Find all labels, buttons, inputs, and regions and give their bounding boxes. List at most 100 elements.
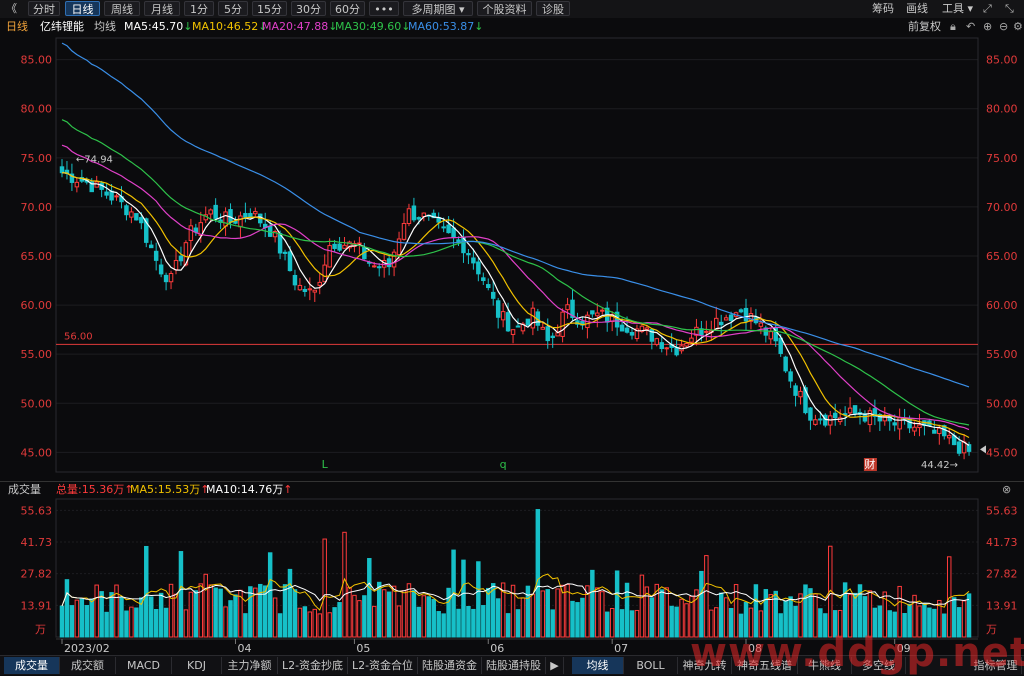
volume-bar <box>401 590 407 638</box>
scroll-right-icon[interactable]: ▶ <box>546 657 564 674</box>
candle-body <box>476 261 481 275</box>
volume-bar <box>188 591 194 638</box>
candle-body <box>545 326 550 342</box>
candle-body <box>109 190 114 201</box>
close-icon[interactable]: ⊗ <box>1002 482 1011 498</box>
candle-body <box>912 426 917 432</box>
tab-boll[interactable]: BOLL <box>624 657 678 674</box>
candle-body <box>738 309 744 313</box>
candle-body <box>966 444 972 452</box>
candle-body <box>867 410 873 426</box>
candle-body <box>178 255 184 262</box>
candle-body <box>600 309 605 312</box>
volume-bar <box>476 561 481 638</box>
candle-body <box>500 311 506 321</box>
volume-bar <box>228 600 233 638</box>
candle-body <box>243 213 248 218</box>
candle-body <box>937 427 942 435</box>
candle-body <box>743 307 749 322</box>
candle-body <box>471 257 476 264</box>
tab-northbound-holdings[interactable]: 陆股通持股 <box>482 657 546 674</box>
candle-body <box>114 195 119 198</box>
candle-body <box>327 245 332 268</box>
volume-bar <box>386 591 392 638</box>
volume-bar <box>59 605 65 638</box>
candle-body <box>590 310 595 315</box>
candle-body <box>550 335 555 339</box>
volume-bar <box>129 606 134 638</box>
volume-bar <box>337 602 342 638</box>
candle-body <box>208 209 213 215</box>
volume-bar <box>674 606 679 638</box>
volume-bar <box>456 608 461 638</box>
candle-body <box>282 251 288 254</box>
volume-bar <box>575 602 580 638</box>
candle-body <box>441 226 446 229</box>
current-price-marker <box>980 445 986 454</box>
candle-body <box>188 225 194 241</box>
date-label: 05 <box>356 642 370 655</box>
candle-body <box>451 227 456 238</box>
candle-body <box>406 208 412 225</box>
candle-body <box>768 331 774 340</box>
volume-bar <box>659 589 664 638</box>
volume-bar <box>332 607 337 638</box>
volume-total: 总量:15.36万↑ <box>56 483 134 496</box>
ma30-line <box>61 119 970 426</box>
volume-bar <box>203 573 208 638</box>
candle-body <box>307 288 313 291</box>
candle-body <box>510 329 516 335</box>
candle-body <box>540 326 546 330</box>
tab-main-net[interactable]: 主力净额 <box>222 657 278 674</box>
volume-bar <box>490 583 496 638</box>
tab-ma[interactable]: 均线 <box>572 657 624 674</box>
candle-body <box>302 288 308 293</box>
tab-northbound-funds[interactable]: 陆股通资金 <box>418 657 482 674</box>
volume-bar <box>555 588 560 638</box>
kline-chart[interactable]: 85.00 85.00 80.00 80.00 75.00 75.00 70.00 70.00… <box>0 0 1024 674</box>
volume-bar <box>322 538 327 638</box>
volume-bar <box>619 609 625 638</box>
volume-axis-right-label: 55.63 <box>986 504 1018 517</box>
event-marker: q <box>500 458 507 471</box>
tab-l2-bottom[interactable]: L2-资金抄底 <box>278 657 348 674</box>
volume-bar <box>178 551 184 638</box>
price-axis-left-label: 55.00 <box>21 348 53 361</box>
volume-axis-right-label: 13.91 <box>986 599 1018 612</box>
volume-bar <box>431 598 436 638</box>
volume-bar <box>421 595 427 638</box>
candle-body <box>808 407 813 421</box>
candle-body <box>342 244 347 249</box>
price-axis-left-label: 75.00 <box>21 152 53 165</box>
volume-bar <box>381 589 387 638</box>
tab-kdj[interactable]: KDJ <box>172 657 222 674</box>
tab-volume[interactable]: 成交量 <box>4 657 60 674</box>
date-label: 06 <box>490 642 504 655</box>
volume-bar <box>580 597 585 638</box>
candle-body <box>644 327 650 331</box>
date-label: 07 <box>614 642 628 655</box>
volume-bar <box>163 607 169 638</box>
volume-bar <box>614 570 620 638</box>
candle-body <box>481 277 486 282</box>
candle-body <box>223 211 228 227</box>
candle-body <box>446 224 451 234</box>
volume-axis-right-label: 41.73 <box>986 536 1018 549</box>
volume-bar <box>312 608 318 638</box>
candle-body <box>515 325 521 328</box>
tab-l2-position[interactable]: L2-资金合位 <box>348 657 418 674</box>
tab-macd[interactable]: MACD <box>116 657 172 674</box>
volume-bar <box>515 609 521 638</box>
volume-bar <box>109 592 114 638</box>
candle-body <box>129 211 134 218</box>
candle-body <box>74 181 80 188</box>
candle-body <box>595 312 600 317</box>
tab-turnover[interactable]: 成交额 <box>60 657 116 674</box>
candle-body <box>530 307 536 329</box>
volume-bar <box>104 611 109 638</box>
candle-body <box>659 342 664 350</box>
volume-bar <box>535 509 541 638</box>
volume-bar <box>302 606 308 638</box>
volume-bar <box>248 586 253 638</box>
volume-bar <box>243 613 248 638</box>
